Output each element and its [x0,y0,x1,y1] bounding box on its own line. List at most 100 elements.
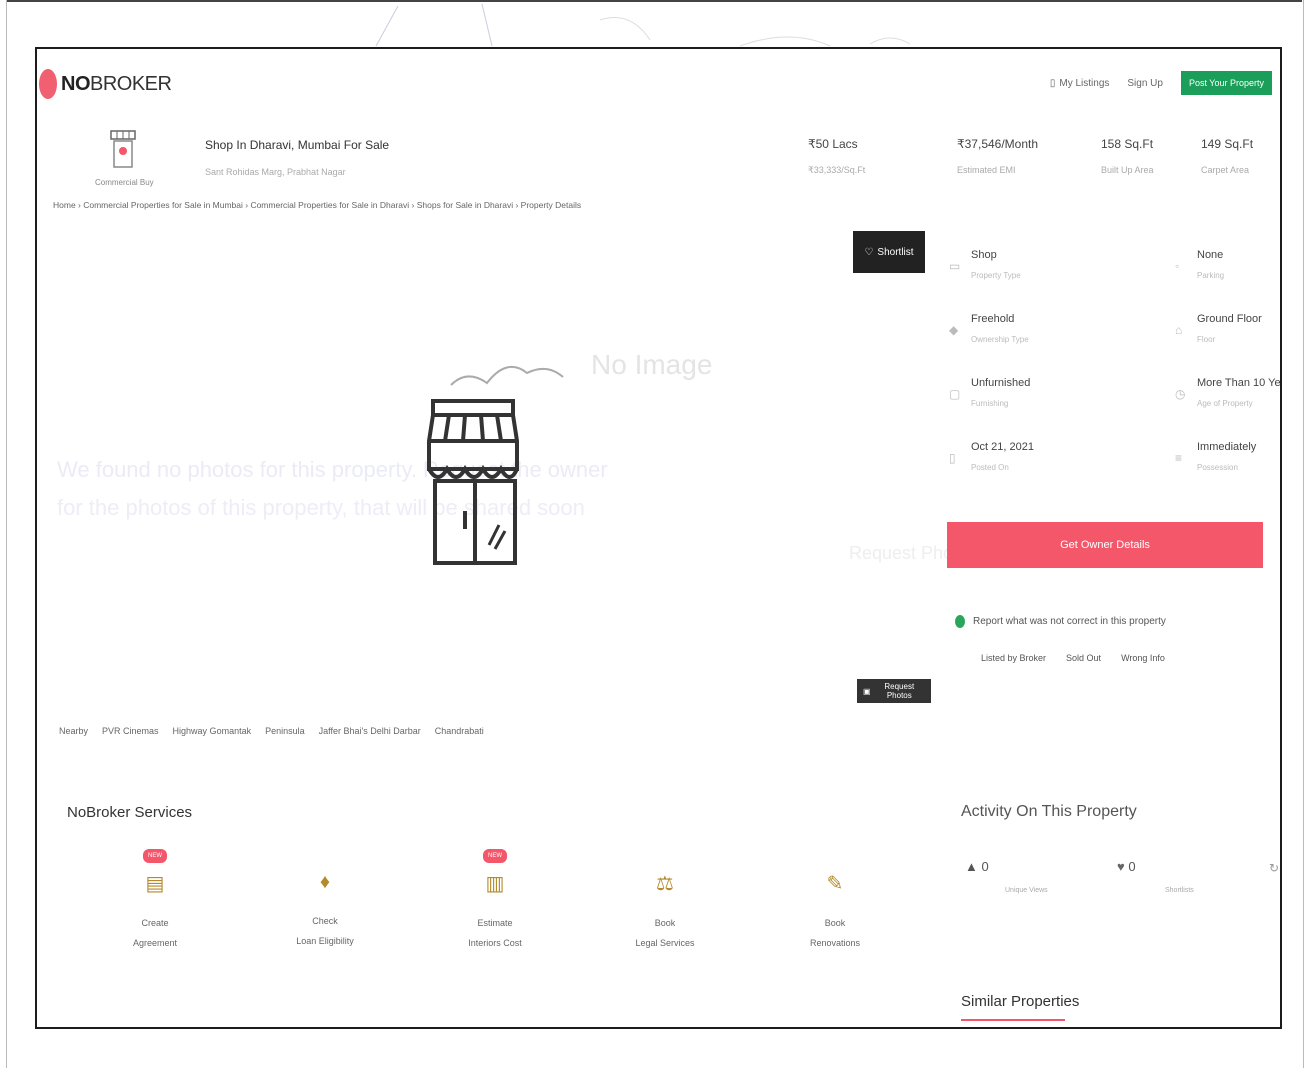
post-property-button[interactable]: Post Your Property [1180,71,1272,95]
possession-icon: ≡ [1175,451,1183,465]
service-label: Estimate [477,918,513,928]
carpet-area-label: Carpet Area [1201,165,1250,175]
floor-icon: ⌂ [1175,323,1183,337]
shortlist-button[interactable]: ♡ Shortlist [853,231,925,273]
get-owner-details-button[interactable]: Get Owner Details [947,522,1263,568]
agreement-icon: ▤ [145,873,165,895]
detail-value: Immediately [1197,441,1257,453]
detail-label: Possession [1197,463,1238,472]
age-icon: ◷ [1175,387,1186,401]
renovation-icon: ✎ [826,873,844,895]
loan-icon: ♦ [319,871,331,893]
carpet-area-value: 149 Sq.Ft [1201,137,1254,151]
detail-value: Unfurnished [971,377,1031,389]
category-label: Commercial Buy [95,178,154,187]
nobroker-logo[interactable]: NOBROKER [39,69,172,99]
landmark-item[interactable]: Peninsula [265,726,305,736]
service-create-agreement[interactable]: NEW ▤ Create Agreement [105,849,205,948]
unique-views-value: 0 [981,859,989,874]
detail-value: Shop [971,249,997,261]
detail-value: More Than 10 Year [1197,377,1282,389]
landmark-item[interactable]: Highway Gomantak [173,726,252,736]
no-image-text: No Image [591,349,713,380]
share-icon[interactable]: ↻ [1269,861,1279,875]
similar-properties-title: Similar Properties [961,993,1080,1010]
request-photos-label: Request Photos [884,682,915,700]
detail-value: None [1197,249,1224,261]
report-text: Report what was not correct in this prop… [973,616,1166,627]
property-address: Sant Rohidas Marg, Prabhat Nagar [205,167,346,177]
logo-text: NOBROKER [61,72,172,95]
store-icon: ▭ [949,259,961,273]
landmark-item[interactable]: Jaffer Bhai's Delhi Darbar [319,726,421,736]
service-legal[interactable]: ⚖ Book Legal Services [615,849,715,948]
service-sublabel: Renovations [809,938,861,948]
shortlists-value: 0 [1128,859,1136,874]
parking-icon: ◦ [1175,259,1180,273]
service-interiors-cost[interactable]: NEW ▥ Estimate Interiors Cost [445,849,545,948]
calendar-icon: ▯ [949,451,956,465]
builtup-area-value: 158 Sq.Ft [1101,137,1154,151]
detail-label: Property Type [971,271,1021,280]
photo-icon: ▣ [863,686,871,696]
similar-title-underline [961,1019,1065,1021]
detail-label: Posted On [971,463,1009,472]
service-sublabel: Legal Services [635,938,695,948]
shop-small-icon [110,130,136,168]
service-sublabel: Agreement [132,938,178,948]
shortlists-count: ♥ 0 [1117,859,1136,874]
my-listings-label: My Listings [1059,77,1110,89]
detail-value: Oct 21, 2021 [971,441,1034,453]
activity-title: Activity On This Property [961,803,1137,820]
heart-filled-icon: ♥ [1117,859,1125,874]
breadcrumb[interactable]: Home › Commercial Properties for Sale in… [53,200,581,210]
landmark-item[interactable]: Nearby [59,726,88,736]
service-sublabel: Interiors Cost [468,938,522,948]
unique-views-label: Unique Views [1005,887,1048,894]
store-placeholder-icon [425,397,525,574]
eye-icon: ▲ [965,859,978,874]
service-renovations[interactable]: ✎ Book Renovations [785,849,885,948]
new-badge: NEW [483,849,507,863]
no-photos-message-line1: We found no photos for this property. Re… [57,457,608,482]
browser-page: NOBROKER ▯ My Listings Sign Up Post Your… [35,47,1282,1029]
detail-label: Age of Property [1197,399,1253,408]
report-section: Report what was not correct in this prop… [955,615,1166,628]
property-title: Shop In Dharavi, Mumbai For Sale [205,138,390,152]
price-value: ₹50 Lacs [808,137,858,151]
new-badge: NEW [143,849,167,863]
detail-label: Ownership Type [971,335,1029,344]
report-option-sold-out[interactable]: Sold Out [1066,653,1101,663]
shortlist-label: Shortlist [877,246,914,258]
builtup-area-label: Built Up Area [1101,165,1154,175]
sofa-icon: ▢ [949,387,961,401]
service-loan-eligibility[interactable]: ♦ Check Loan Eligibility [275,849,375,946]
faint-cloud-icon [450,365,564,386]
service-label: Book [654,918,676,928]
detail-label: Furnishing [971,399,1009,408]
service-label: Book [824,918,846,928]
detail-value: Ground Floor [1197,313,1262,325]
report-status-icon [955,615,965,628]
price-label: ₹33,333/Sq.Ft [808,165,866,175]
heart-icon: ♡ [864,246,874,258]
landmark-item[interactable]: PVR Cinemas [102,726,159,736]
landmark-item[interactable]: Chandrabati [435,726,484,736]
report-option-wrong-info[interactable]: Wrong Info [1121,653,1165,663]
request-photos-button[interactable]: ▣ Request Photos [857,679,931,703]
detail-label: Parking [1197,271,1225,280]
header-actions: ▯ My Listings Sign Up Post Your Property [1050,71,1272,95]
report-options: Listed by Broker Sold Out Wrong Info [981,653,1165,663]
report-option-broker[interactable]: Listed by Broker [981,653,1046,663]
emi-value: ₹37,546/Month [957,137,1039,151]
services-title: NoBroker Services [67,804,193,821]
document-icon: ▯ [1049,77,1056,89]
service-label: Check [312,916,338,926]
signup-link[interactable]: Sign Up [1127,78,1163,89]
logo-mark-icon [39,69,57,99]
my-listings-link[interactable]: ▯ My Listings [1050,78,1110,89]
legal-icon: ⚖ [656,873,674,895]
service-label: Create [141,918,169,928]
interiors-icon: ▥ [485,873,505,895]
nearby-landmarks: Nearby PVR Cinemas Highway Gomantak Peni… [59,726,484,736]
